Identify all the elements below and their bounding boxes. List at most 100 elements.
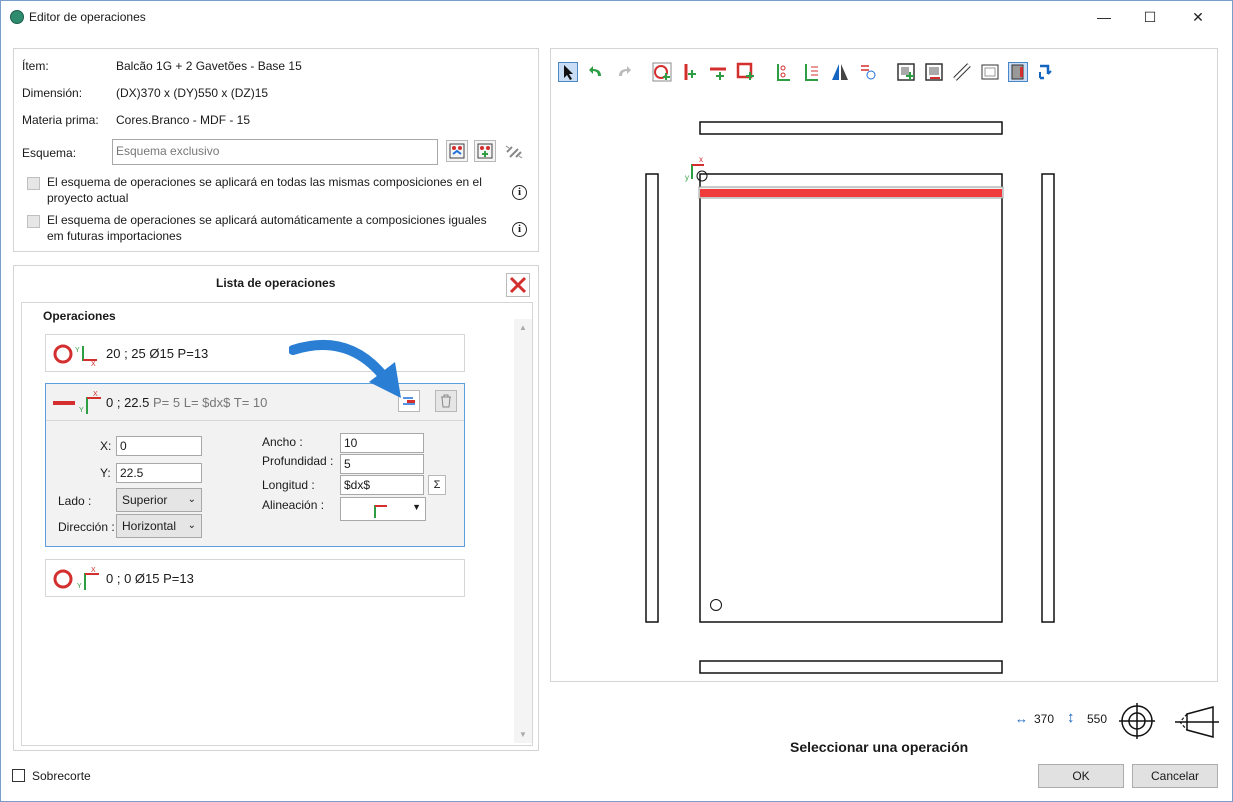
auto-apply-checkbox[interactable] [27,215,40,228]
svg-text:X: X [91,361,96,366]
cancel-button[interactable]: Cancelar [1132,764,1218,788]
panel-outline [699,173,1003,623]
apply-all-text-1: El esquema de operaciones se aplicará en… [47,175,482,189]
side-value: Superior [122,493,168,507]
editor-window: Editor de operaciones — ☐ ✕ Ítem: Balcão… [0,0,1233,802]
auto-apply-text-2: em futuras importaciones [47,229,182,243]
svg-text:Y: Y [79,407,84,414]
auto-apply-text-1: El esquema de operaciones se aplicará au… [47,213,487,227]
delete-operation-button[interactable] [435,390,457,412]
bottom-edge-strip [699,660,1003,674]
scheme-input[interactable]: Esquema exclusivo [112,139,438,165]
perspective-view-button[interactable] [1175,705,1221,739]
dim-y-value: 550 [1087,712,1108,726]
scroll-down-icon[interactable]: ▼ [519,730,527,739]
window-title: Editor de operaciones [29,10,146,24]
svg-text:x: x [699,155,703,164]
material-value: Cores.Branco - MDF - 15 [116,113,251,127]
operations-panel: Lista de operaciones Operaciones Y X 20 … [13,265,539,751]
apply-all-text-2: proyecto actual [47,191,129,205]
width-label: Ancho : [262,435,303,449]
svg-text:X: X [93,391,98,398]
direction-select[interactable]: Horizontal ⌄ [116,514,202,538]
depth-input[interactable]: 5 [340,454,424,474]
groove-operation[interactable] [700,189,1002,197]
target-view-button[interactable] [1117,701,1157,741]
formula-button[interactable]: Σ [428,475,446,495]
title-bar: Editor de operaciones — ☐ ✕ [1,1,1232,33]
info-icon[interactable]: i [512,185,527,200]
drill-origin-icon: Y X [53,567,99,590]
item-label: Ítem: [22,59,49,73]
svg-text:X: X [91,567,96,574]
scheme-label: Esquema: [22,146,77,160]
ok-button[interactable]: OK [1038,764,1124,788]
x-label: X: [100,439,112,453]
dropdown-arrow-icon: ▼ [412,502,421,512]
close-window-button[interactable]: ✕ [1175,3,1221,31]
app-logo-icon [10,10,24,24]
divider [46,420,464,421]
op-thickness: T= 10 [233,395,268,410]
status-text: Seleccionar una operación [790,739,969,755]
operation-label: 0 ; 0 Ø15 P=13 [106,571,194,586]
length-label: Longitud : [262,478,315,492]
depth-label: Profundidad : [262,454,334,468]
direction-value: Horizontal [122,519,177,533]
info-icon[interactable]: i [512,222,527,237]
maximize-button[interactable]: ☐ [1127,3,1173,31]
dimension-label: Dimensión: [22,86,83,100]
overcut-label: Sobrecorte [32,769,91,783]
op-coords: 0 ; 22.5 [106,395,150,410]
width-arrow-icon: ↔ [1015,711,1028,726]
dimension-value: (DX)370 x (DY)550 x (DZ)15 [116,86,269,100]
operations-section-title: Operaciones [43,309,116,323]
operation-label: 0 ; 22.5 P= 5 L= $dx$ T= 10 [106,395,267,410]
apply-all-checkbox[interactable] [27,177,40,190]
scroll-up-icon[interactable]: ▲ [519,323,527,332]
y-label: Y: [100,466,111,480]
side-label: Lado : [58,494,92,508]
unlink-scheme-button[interactable] [504,142,524,162]
length-input[interactable]: $dx$ [340,475,424,495]
svg-text:y: y [685,173,689,182]
operation-item[interactable]: Y X 0 ; 0 Ø15 P=13 [45,559,465,597]
svg-text:Y: Y [77,583,82,590]
save-scheme-icon [477,143,493,159]
drill-hole[interactable] [710,599,722,611]
scheme-load-button[interactable] [446,140,468,162]
direction-label: Dirección : [58,520,115,534]
left-edge-strip [645,173,659,623]
y-input[interactable]: 22.5 [116,463,202,483]
alignment-label: Alineación : [262,498,325,512]
width-input[interactable]: 10 [340,433,424,453]
scrollbar[interactable]: ▲ ▼ [514,319,532,743]
align-origin-icon [374,505,387,518]
operations-list: Operaciones Y X 20 ; 25 Ø15 P=13 Y X 0 ;… [21,302,533,746]
drawing-panel: x y [550,48,1218,682]
x-input[interactable]: 0 [116,436,202,456]
op-length: L= $dx$ [183,395,231,410]
height-arrow-icon: ↕ [1067,709,1075,726]
drill-hole-origin[interactable] [696,170,708,182]
chevron-down-icon: ⌄ [187,494,196,505]
close-red-icon [509,276,527,294]
side-select[interactable]: Superior ⌄ [116,488,202,512]
scheme-save-button[interactable] [474,140,496,162]
close-panel-button[interactable] [506,273,530,297]
minimize-button[interactable]: — [1081,3,1127,31]
dim-x-value: 370 [1034,712,1055,726]
operations-panel-title: Lista de operaciones [216,276,336,290]
hint-arrow-icon [289,339,401,398]
overcut-checkbox[interactable] [12,769,25,782]
chevron-down-icon: ⌄ [187,520,196,531]
piece-drawing: x y [645,121,1055,674]
operation-label: 20 ; 25 Ø15 P=13 [106,346,209,361]
op-depth: P= 5 [153,395,181,410]
top-edge-strip [699,121,1003,135]
unlink-icon [505,145,523,159]
drill-origin-icon: Y X [53,344,97,366]
alignment-select[interactable]: ▼ [340,497,426,521]
material-label: Materia prima: [22,113,99,127]
trash-icon [441,394,451,408]
